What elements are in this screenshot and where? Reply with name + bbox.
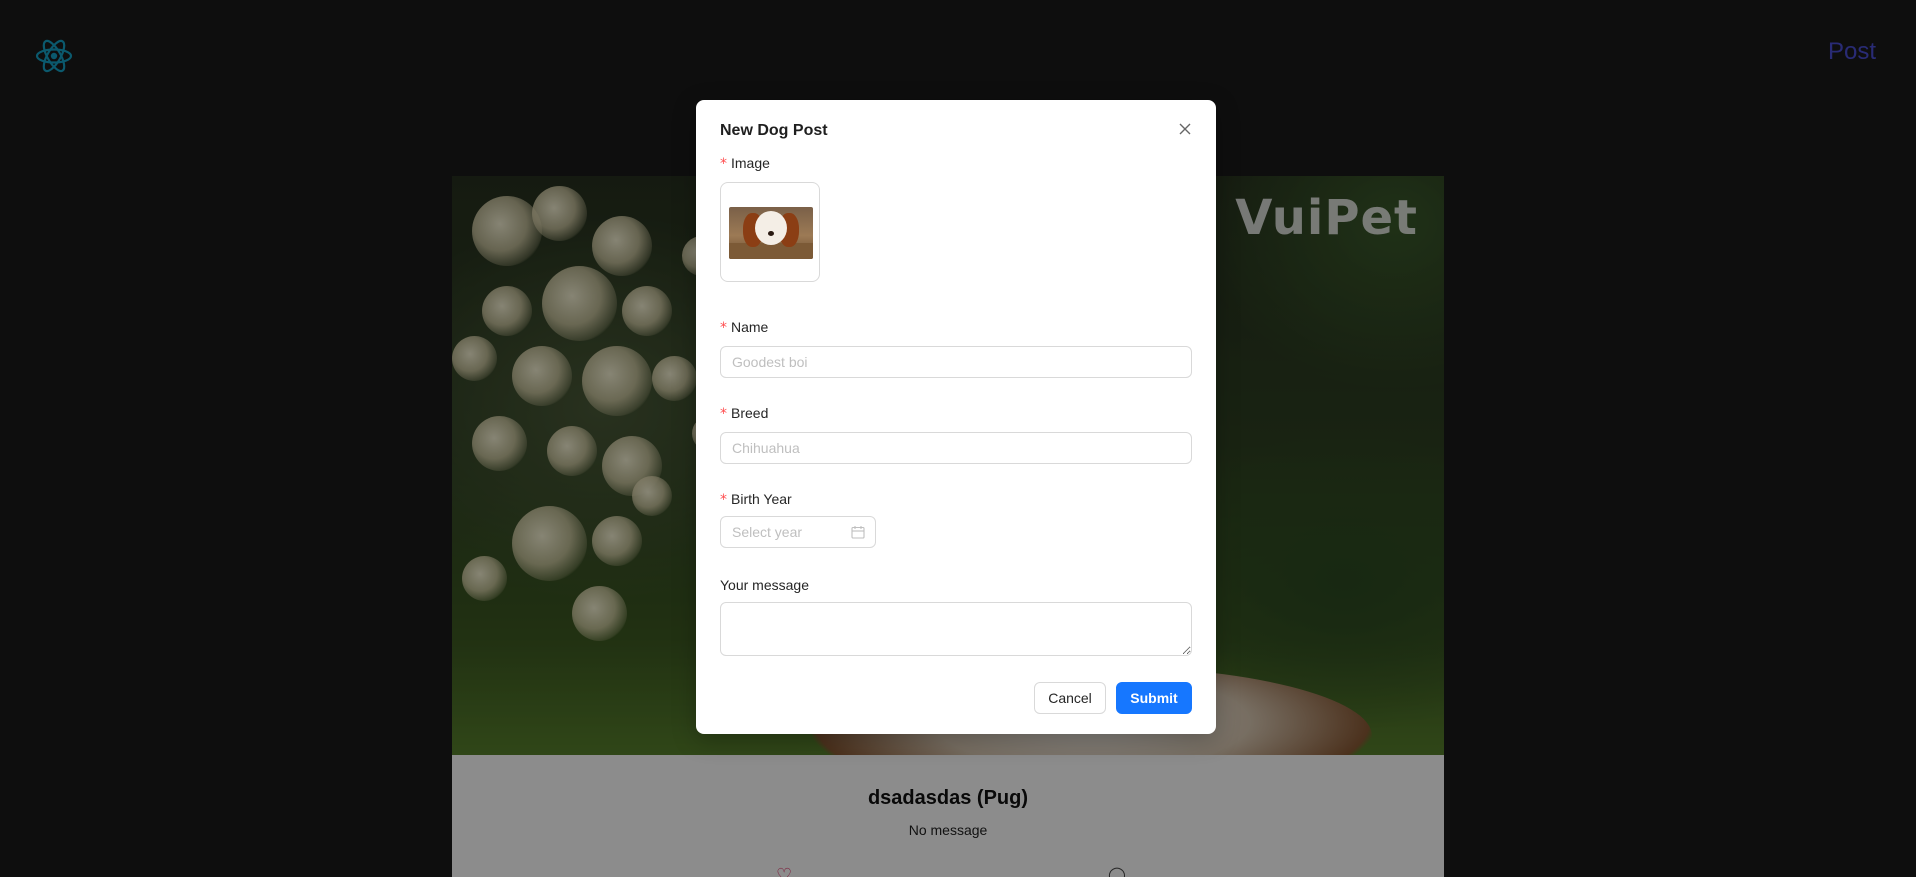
name-label: * Name — [720, 319, 769, 336]
submit-button[interactable]: Submit — [1116, 682, 1192, 714]
birth-year-placeholder: Select year — [732, 524, 803, 540]
name-input[interactable] — [720, 346, 1192, 378]
required-mark: * — [720, 492, 727, 508]
birth-year-picker[interactable]: Select year — [720, 516, 876, 548]
dog-photo-thumbnail — [729, 207, 813, 259]
message-textarea[interactable] — [720, 602, 1192, 656]
modal-title: New Dog Post — [720, 122, 828, 139]
message-label: Your message — [720, 577, 809, 593]
calendar-icon — [851, 526, 865, 539]
birth-year-label: * Birth Year — [720, 491, 792, 508]
required-mark: * — [720, 406, 727, 422]
required-mark: * — [720, 320, 727, 336]
cancel-button[interactable]: Cancel — [1034, 682, 1106, 714]
image-upload[interactable] — [720, 182, 820, 282]
image-label: * Image — [720, 155, 770, 172]
breed-label: * Breed — [720, 405, 769, 422]
breed-input[interactable] — [720, 432, 1192, 464]
new-dog-post-modal: New Dog Post *Image *Name *Breed *Birth … — [696, 100, 1216, 734]
required-mark: * — [720, 156, 727, 172]
close-icon[interactable] — [1174, 118, 1196, 140]
